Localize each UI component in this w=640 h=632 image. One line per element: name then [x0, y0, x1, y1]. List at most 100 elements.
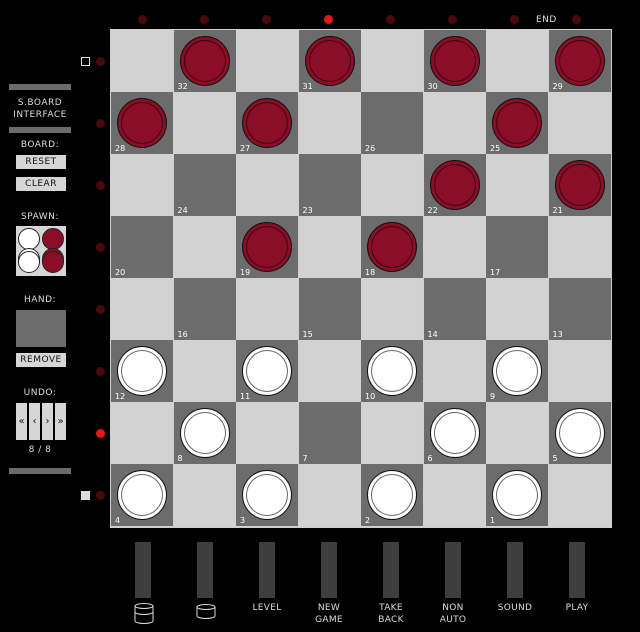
white-piece[interactable] [117, 346, 167, 396]
board-square-27[interactable]: 27 [236, 92, 298, 154]
reset-button[interactable]: RESET [16, 155, 66, 169]
board-square-4[interactable]: 4 [111, 464, 173, 526]
board-square-light [548, 464, 611, 526]
sound-label: SOUND [497, 603, 533, 613]
board-square-13[interactable]: 13 [548, 278, 611, 340]
board-square-11[interactable]: 11 [236, 340, 298, 402]
board-square-29[interactable]: 29 [548, 30, 611, 92]
white-piece[interactable] [242, 346, 292, 396]
spawn-red-king[interactable] [42, 251, 64, 273]
board-square-7[interactable]: 7 [298, 402, 361, 464]
board-square-16[interactable]: 16 [173, 278, 236, 340]
undo-first-button[interactable]: « [16, 403, 27, 440]
white-piece[interactable] [492, 470, 542, 520]
divider-top [9, 84, 71, 90]
board-square-6[interactable]: 6 [423, 402, 486, 464]
spawn-red-man[interactable] [42, 228, 64, 250]
board-square-19[interactable]: 19 [236, 216, 298, 278]
board-square-17[interactable]: 17 [486, 216, 548, 278]
square-number: 2 [365, 516, 371, 525]
spawn-white-man[interactable] [18, 228, 40, 250]
divider-bottom [9, 468, 71, 474]
board-square-light [548, 340, 611, 402]
column-led [324, 15, 333, 24]
white-piece[interactable] [367, 470, 417, 520]
red-piece[interactable] [554, 36, 605, 86]
white-piece[interactable] [242, 470, 292, 520]
white-piece[interactable] [179, 408, 230, 458]
new-game-button[interactable] [321, 542, 337, 598]
square-number: 32 [177, 82, 188, 91]
clear-button[interactable]: CLEAR [16, 177, 66, 191]
checkers-board: 32 31 30 29 28 27 26 25 24 23 22 21 20 19 18 17 16 15 14 13… [110, 29, 612, 528]
board-square-light [173, 340, 236, 402]
white-piece[interactable] [492, 346, 542, 396]
board-square-light [236, 278, 298, 340]
hand-slot[interactable] [16, 310, 66, 347]
board-square-20[interactable]: 20 [111, 216, 173, 278]
square-number: 3 [240, 516, 246, 525]
column-led [200, 15, 209, 24]
divider-title [9, 127, 71, 133]
red-piece[interactable] [367, 222, 417, 272]
remove-button[interactable]: REMOVE [16, 353, 66, 367]
board-square-25[interactable]: 25 [486, 92, 548, 154]
non-auto-button[interactable] [445, 542, 461, 598]
board-square-light [486, 402, 548, 464]
red-piece[interactable] [429, 36, 480, 86]
undo-label: UNDO: [23, 388, 57, 398]
take-back-button[interactable] [383, 542, 399, 598]
board-square-3[interactable]: 3 [236, 464, 298, 526]
board-square-12[interactable]: 12 [111, 340, 173, 402]
spawn-label: SPAWN: [21, 212, 59, 222]
play-button[interactable] [569, 542, 585, 598]
red-piece[interactable] [117, 98, 167, 148]
board-square-31[interactable]: 31 [298, 30, 361, 92]
white-piece[interactable] [367, 346, 417, 396]
cylinder-short-icon-button[interactable] [197, 542, 213, 598]
red-piece[interactable] [242, 98, 292, 148]
board-square-18[interactable]: 18 [361, 216, 423, 278]
board-square-5[interactable]: 5 [548, 402, 611, 464]
board-square-10[interactable]: 10 [361, 340, 423, 402]
board-square-32[interactable]: 32 [173, 30, 236, 92]
board-square-light [423, 464, 486, 526]
red-piece[interactable] [179, 36, 230, 86]
cylinder-tall-icon-button[interactable] [135, 542, 151, 598]
white-piece[interactable] [117, 470, 167, 520]
board-square-28[interactable]: 28 [111, 92, 173, 154]
row-led [96, 305, 105, 314]
sound-button[interactable] [507, 542, 523, 598]
red-piece[interactable] [242, 222, 292, 272]
red-piece[interactable] [429, 160, 480, 210]
spawn-white-king[interactable] [18, 251, 40, 273]
app-title: S.BOARD INTERFACE [13, 98, 67, 120]
board-square-9[interactable]: 9 [486, 340, 548, 402]
square-number: 28 [115, 144, 126, 153]
board-square-23[interactable]: 23 [298, 154, 361, 216]
board-square-14[interactable]: 14 [423, 278, 486, 340]
undo-last-button[interactable]: » [55, 403, 66, 440]
board-square-15[interactable]: 15 [298, 278, 361, 340]
red-piece[interactable] [492, 98, 542, 148]
board-square-21[interactable]: 21 [548, 154, 611, 216]
board-square-light [111, 154, 173, 216]
undo-prev-button[interactable]: ‹ [29, 403, 40, 440]
undo-next-button[interactable]: › [42, 403, 53, 440]
board-square-1[interactable]: 1 [486, 464, 548, 526]
red-piece[interactable] [304, 36, 355, 86]
red-piece[interactable] [554, 160, 605, 210]
board-square-24[interactable]: 24 [173, 154, 236, 216]
square-number: 15 [302, 330, 313, 339]
board-square-8[interactable]: 8 [173, 402, 236, 464]
board-square-22[interactable]: 22 [423, 154, 486, 216]
white-piece[interactable] [554, 408, 605, 458]
board-square-light [173, 216, 236, 278]
board-square-light [486, 154, 548, 216]
board-square-26[interactable]: 26 [361, 92, 423, 154]
board-square-30[interactable]: 30 [423, 30, 486, 92]
white-piece[interactable] [429, 408, 480, 458]
board-square-2[interactable]: 2 [361, 464, 423, 526]
row-led [96, 243, 105, 252]
level-button[interactable] [259, 542, 275, 598]
